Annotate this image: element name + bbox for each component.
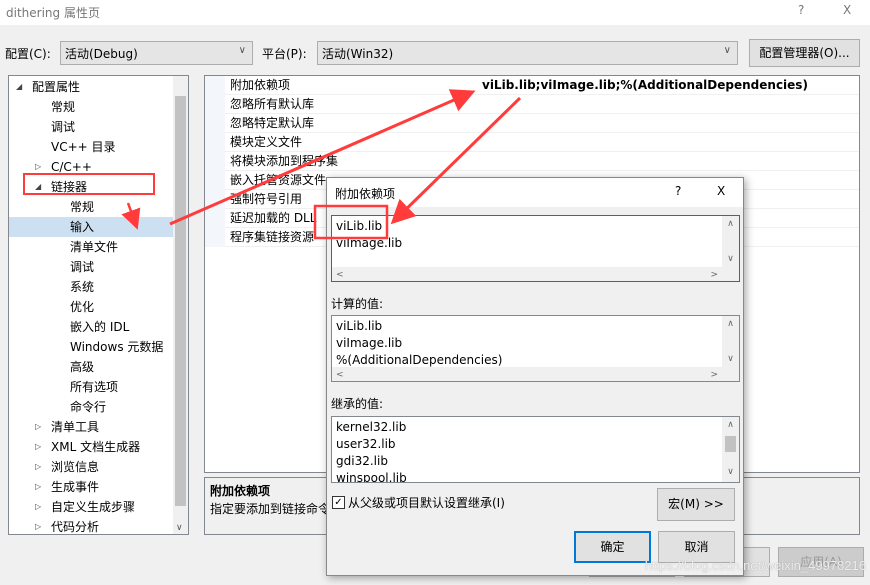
highlight-box-linker <box>23 173 155 195</box>
highlight-box-vilib <box>313 204 389 240</box>
annotation-arrow <box>169 89 476 226</box>
annotation-arrow <box>121 202 141 230</box>
annotation-overlay <box>23 89 522 240</box>
watermark: https://blog.csdn.net/weixin_49978216 <box>644 558 866 573</box>
